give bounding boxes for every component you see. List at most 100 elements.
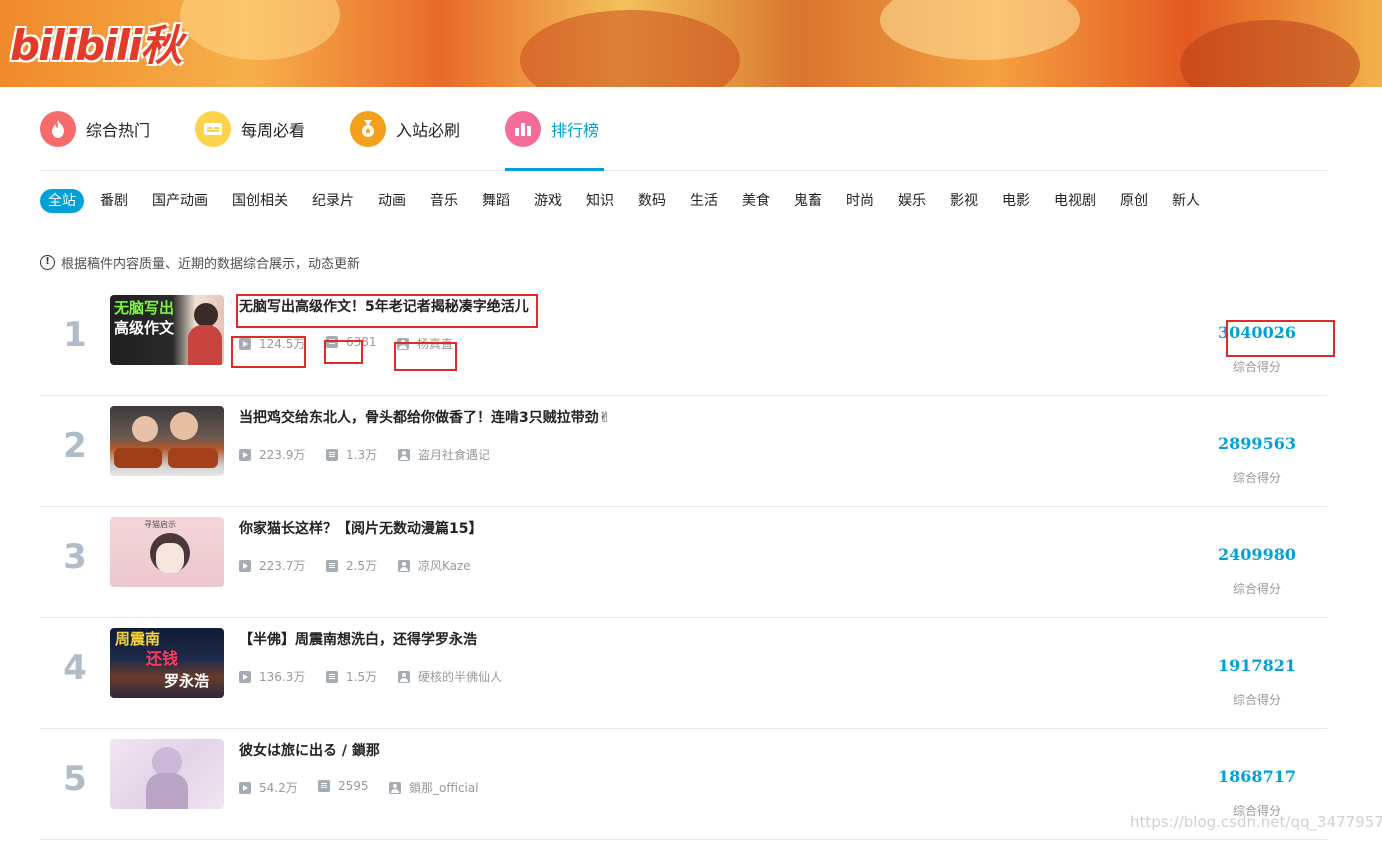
tab-weekly[interactable]: 每周必看 bbox=[195, 108, 305, 150]
thumbnail-caption: 高级作文 bbox=[114, 319, 175, 337]
tab-label: 每周必看 bbox=[241, 121, 306, 140]
uploader[interactable]: 鎖那_official bbox=[389, 779, 479, 796]
composite-score: 2409980 bbox=[1218, 545, 1296, 564]
uploader[interactable]: 凉风Kaze bbox=[398, 557, 471, 574]
video-thumbnail[interactable]: 周震南 还钱 罗永浩 bbox=[110, 628, 224, 698]
thumbnail-caption: 还钱 bbox=[146, 649, 179, 668]
tab-must-watch[interactable]: 入站必刷 bbox=[350, 108, 460, 150]
thumbnail-food bbox=[114, 448, 162, 468]
bar-chart-icon bbox=[505, 111, 541, 147]
view-count-value: 136.3万 bbox=[259, 670, 306, 684]
category-item[interactable]: 纪录片 bbox=[304, 189, 362, 213]
banner-decoration bbox=[1180, 20, 1360, 87]
video-title[interactable]: 当把鸡交给东北人，骨头都给你做香了！连啃3只贼拉带劲✌ bbox=[239, 407, 610, 427]
category-item[interactable]: 音乐 bbox=[422, 189, 466, 213]
thumbnail-caption: 罗永浩 bbox=[164, 672, 210, 690]
video-title[interactable]: 【半佛】周震南想洗白，还得学罗永浩 bbox=[239, 629, 477, 649]
thumbnail-food bbox=[168, 448, 218, 468]
top-tabs: 综合热门 每周必看 入站必刷 排行榜 bbox=[40, 87, 1327, 171]
tab-label: 入站必刷 bbox=[396, 121, 461, 140]
composite-score: 2899563 bbox=[1218, 434, 1296, 453]
play-icon bbox=[239, 559, 251, 572]
rank-number: 2 bbox=[63, 426, 87, 466]
category-item[interactable]: 鬼畜 bbox=[786, 189, 830, 213]
video-thumbnail[interactable] bbox=[110, 406, 224, 476]
score-label: 综合得分 bbox=[1232, 582, 1281, 596]
banner-decoration bbox=[180, 0, 340, 60]
view-count: 54.2万 bbox=[239, 779, 298, 796]
danmaku-count-value: 1.5万 bbox=[346, 670, 378, 684]
ranking-notice: ! 根据稿件内容质量、近期的数据综合展示，动态更新 bbox=[40, 253, 360, 272]
category-item[interactable]: 数码 bbox=[630, 189, 674, 213]
user-icon bbox=[398, 448, 410, 461]
uploader[interactable]: 盗月社食遇记 bbox=[398, 446, 490, 463]
thumbnail-caption: 无脑写出 bbox=[114, 299, 175, 317]
composite-score: 1917821 bbox=[1218, 656, 1296, 675]
uploader-name: 鎖那_official bbox=[409, 781, 479, 795]
thumbnail-caption: 寻猫启示 bbox=[144, 520, 176, 529]
tab-ranking[interactable]: 排行榜 bbox=[505, 108, 599, 150]
category-item[interactable]: 影视 bbox=[942, 189, 986, 213]
category-item[interactable]: 番剧 bbox=[92, 189, 136, 213]
category-item[interactable]: 国创相关 bbox=[224, 189, 296, 213]
uploader-name: 硬核的半佛仙人 bbox=[418, 670, 503, 684]
video-thumbnail[interactable]: 寻猫启示 bbox=[110, 517, 224, 587]
video-title[interactable]: 你家猫长这样？【阅片无数动漫篇15】 bbox=[239, 518, 482, 538]
ranking-row: 3 寻猫启示 你家猫长这样？【阅片无数动漫篇15】 223.7万 2.5万 凉风… bbox=[40, 507, 1327, 618]
video-title[interactable]: 无脑写出高级作文！5年老记者揭秘凑字绝活儿 bbox=[239, 296, 529, 316]
watermark-text: https://blog.csdn.net/qq_347795790 bbox=[1130, 813, 1382, 831]
view-count-value: 223.7万 bbox=[259, 559, 306, 573]
fire-icon bbox=[40, 111, 76, 147]
category-item[interactable]: 舞蹈 bbox=[474, 189, 518, 213]
danmaku-icon bbox=[326, 448, 338, 461]
ranking-row: 4 周震南 还钱 罗永浩 【半佛】周震南想洗白，还得学罗永浩 136.3万 1.… bbox=[40, 618, 1327, 729]
rank-number: 1 bbox=[63, 315, 87, 355]
play-icon bbox=[239, 448, 251, 461]
category-item[interactable]: 娱乐 bbox=[890, 189, 934, 213]
user-icon bbox=[389, 781, 401, 794]
score-label: 综合得分 bbox=[1232, 360, 1281, 374]
category-item[interactable]: 新人 bbox=[1164, 189, 1208, 213]
thumbnail-figure bbox=[132, 416, 158, 442]
category-item[interactable]: 原创 bbox=[1112, 189, 1156, 213]
tab-comprehensive-hot[interactable]: 综合热门 bbox=[40, 108, 150, 150]
danmaku-icon bbox=[318, 780, 330, 792]
thumbnail-figure bbox=[194, 303, 218, 327]
video-thumbnail[interactable] bbox=[110, 739, 224, 809]
video-title[interactable]: 彼女は旅に出る / 鎖那 bbox=[239, 740, 380, 760]
video-thumbnail[interactable]: 无脑写出 高级作文 bbox=[110, 295, 224, 365]
category-item[interactable]: 动画 bbox=[370, 189, 414, 213]
category-item[interactable]: 美食 bbox=[734, 189, 778, 213]
danmaku-count: 2.5万 bbox=[326, 557, 377, 574]
danmaku-count: 1.5万 bbox=[326, 668, 377, 685]
thumbnail-figure bbox=[170, 412, 198, 440]
composite-score: 3040026 bbox=[1218, 323, 1296, 342]
danmaku-count-value: 1.3万 bbox=[346, 448, 378, 462]
danmaku-count-value: 6381 bbox=[346, 335, 377, 349]
banner-decoration bbox=[880, 0, 1080, 60]
medal-icon bbox=[350, 111, 386, 147]
user-icon bbox=[397, 337, 409, 350]
bilibili-logo[interactable]: bilibili秋 bbox=[10, 12, 183, 73]
view-count: 136.3万 bbox=[239, 668, 305, 685]
danmaku-count: 1.3万 bbox=[326, 446, 377, 463]
danmaku-icon bbox=[326, 670, 338, 683]
category-item[interactable]: 知识 bbox=[578, 189, 622, 213]
view-count-value: 54.2万 bbox=[259, 781, 298, 795]
category-item[interactable]: 生活 bbox=[682, 189, 726, 213]
category-item[interactable]: 游戏 bbox=[526, 189, 570, 213]
info-icon: ! bbox=[40, 255, 55, 270]
rank-number: 5 bbox=[63, 759, 87, 799]
view-count: 223.7万 bbox=[239, 557, 305, 574]
category-all[interactable]: 全站 bbox=[40, 189, 84, 213]
uploader[interactable]: 硬核的半佛仙人 bbox=[398, 668, 502, 685]
category-item[interactable]: 国产动画 bbox=[144, 189, 216, 213]
category-item[interactable]: 电影 bbox=[994, 189, 1038, 213]
category-item[interactable]: 电视剧 bbox=[1046, 189, 1104, 213]
uploader[interactable]: 杨真直 bbox=[397, 335, 453, 352]
view-count: 223.9万 bbox=[239, 446, 305, 463]
banner-decoration bbox=[520, 10, 740, 87]
thumbnail-figure bbox=[146, 773, 188, 809]
category-item[interactable]: 时尚 bbox=[838, 189, 882, 213]
score-label: 综合得分 bbox=[1232, 693, 1281, 707]
